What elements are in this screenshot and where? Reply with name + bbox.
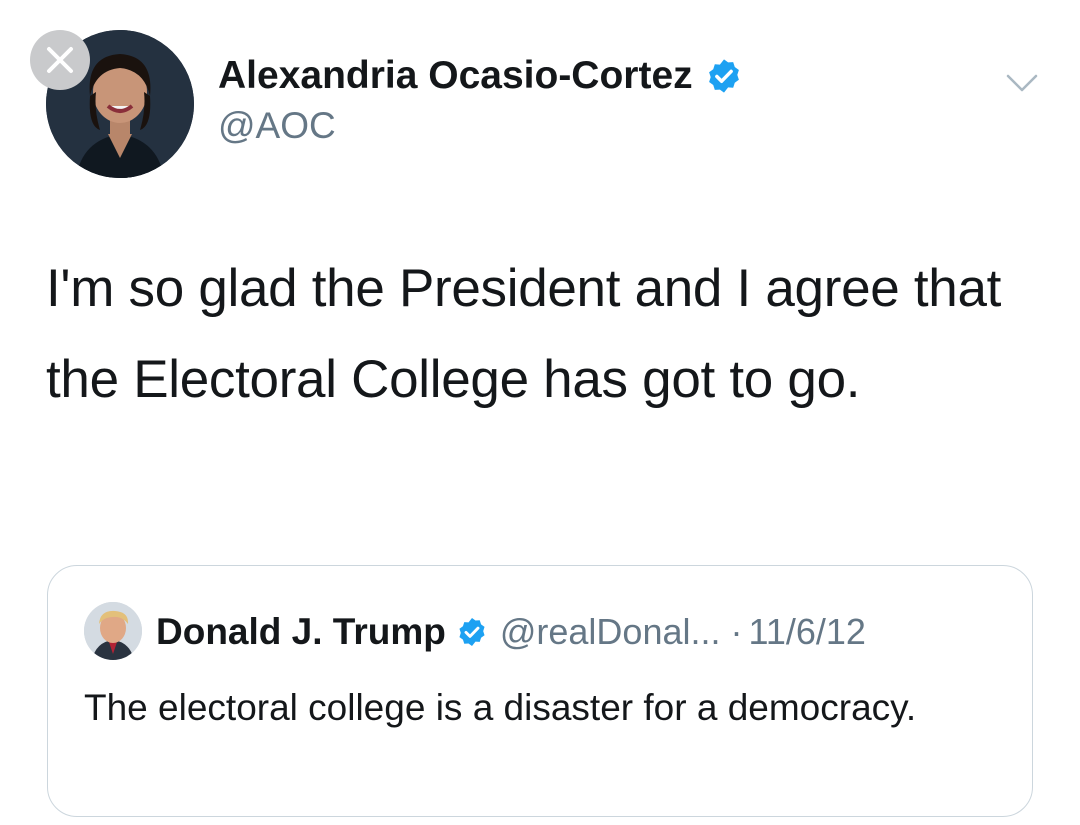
quoted-tweet-text: The electoral college is a disaster for … bbox=[84, 687, 917, 728]
verified-badge-icon bbox=[708, 59, 739, 93]
header-separator: · bbox=[730, 611, 743, 652]
close-icon bbox=[47, 47, 73, 73]
quoted-tweet-header: Donald J. Trump @realDonal... · 11/6/12 bbox=[156, 606, 866, 658]
chevron-down-icon bbox=[1006, 74, 1038, 92]
tweet-text: I'm so glad the President and I agree th… bbox=[46, 259, 1002, 409]
quoted-author-avatar bbox=[84, 602, 142, 660]
close-button[interactable] bbox=[30, 30, 90, 90]
tweet-menu-button[interactable] bbox=[1002, 68, 1042, 98]
quoted-author-avatar-image bbox=[84, 602, 142, 660]
author-display-name[interactable]: Alexandria Ocasio-Cortez bbox=[218, 50, 743, 102]
author-handle[interactable]: @AOC bbox=[218, 103, 336, 149]
quoted-author-name: Donald J. Trump bbox=[156, 611, 446, 652]
quoted-tweet-date: 11/6/12 bbox=[748, 611, 866, 652]
quoted-author-handle: @realDonal... bbox=[499, 611, 721, 652]
author-name-text: Alexandria Ocasio-Cortez bbox=[218, 54, 693, 97]
quoted-tweet-card[interactable]: Donald J. Trump @realDonal... · 11/6/12 … bbox=[47, 565, 1033, 817]
verified-badge-icon bbox=[459, 618, 485, 646]
